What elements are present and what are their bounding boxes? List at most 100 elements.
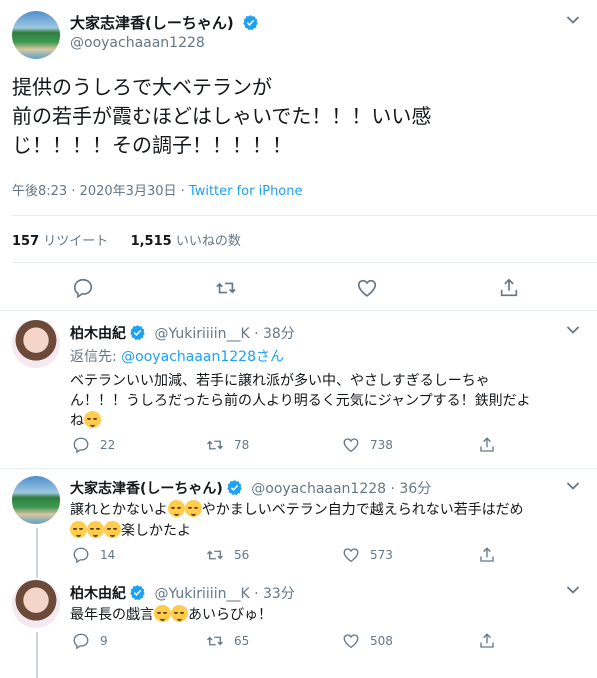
like-count: 508: [370, 634, 393, 648]
reply-text: 譲れとかないよ やかましいベテラン自力で越えられない若手はだめ 楽しかたよ: [70, 500, 523, 542]
relieved-face-emoji: [70, 521, 87, 538]
relieved-face-emoji: [84, 411, 101, 428]
retweet-icon: [206, 546, 224, 564]
reply-time[interactable]: · 33分: [254, 586, 295, 602]
reply-time[interactable]: · 38分: [254, 326, 295, 342]
reply-text-segment: 楽しかたよ: [121, 523, 191, 539]
like-button[interactable]: 508: [342, 632, 393, 650]
tweet-text-line: じ！！！！その調子！！！！！: [12, 133, 292, 157]
display-name[interactable]: 柏木由紀: [70, 586, 126, 602]
tweet-stats: 157 リツイート 1,515 いいねの数: [12, 230, 241, 249]
tweet-source-link[interactable]: Twitter for iPhone: [189, 184, 303, 199]
like-button[interactable]: 738: [342, 436, 393, 454]
divider: [0, 468, 597, 469]
divider: [0, 310, 597, 311]
author-handle[interactable]: @ooyachaaan1228: [70, 35, 205, 51]
thread-line: [36, 632, 38, 678]
like-icon: [342, 436, 360, 454]
reply-icon: [72, 277, 94, 299]
verified-icon: [129, 324, 146, 341]
reply-button[interactable]: [72, 277, 104, 299]
retweet-button[interactable]: 56: [206, 546, 249, 564]
retweet-icon: [206, 632, 224, 650]
replying-to-handle[interactable]: @ooyachaaan1228: [121, 349, 256, 365]
reply-header: 柏木由紀 @Yukiriiiin__K · 33分: [70, 583, 295, 603]
relieved-face-emoji: [154, 605, 171, 622]
chevron-down-icon[interactable]: [566, 325, 580, 335]
share-button[interactable]: [478, 436, 506, 454]
retweet-icon: [215, 277, 237, 299]
reply-button[interactable]: 14: [72, 546, 115, 564]
meta-separator: ·: [180, 184, 189, 199]
like-button[interactable]: 573: [342, 546, 393, 564]
thread-line: [36, 528, 38, 578]
display-name[interactable]: 大家志津香(しーちゃん): [70, 481, 223, 497]
chevron-down-icon[interactable]: [566, 585, 580, 595]
reply-text: ベテランいい加減、若手に譲れ派が多い中、やさしすぎるしーちゃ ん！！！うしろだっ…: [70, 371, 531, 431]
tweet-timestamp[interactable]: 午後8:23 · 2020年3月30日: [12, 184, 177, 199]
reply-text: 最年長の戯言 あいらびゅ！: [70, 605, 272, 626]
share-button[interactable]: [478, 546, 506, 564]
like-count: 738: [370, 438, 393, 452]
retweet-button[interactable]: 78: [206, 436, 249, 454]
reply-text-segment: あいらびゅ！: [188, 607, 272, 623]
author-handle[interactable]: @ooyachaaan1228: [251, 481, 386, 497]
relieved-face-emoji: [184, 500, 202, 517]
retweet-stat-label: リツイート: [43, 234, 109, 249]
retweet-button[interactable]: [215, 277, 247, 299]
display-name[interactable]: 大家志津香(しーちゃん): [70, 14, 234, 32]
reply-count: 14: [100, 548, 116, 562]
like-stat-label: いいねの数: [175, 234, 241, 249]
replying-to-label: 返信先:: [70, 349, 117, 365]
like-stat[interactable]: 1,515 いいねの数: [131, 234, 241, 249]
share-icon: [498, 277, 520, 299]
relieved-face-emoji: [104, 521, 121, 538]
like-icon: [342, 632, 360, 650]
chevron-down-icon[interactable]: [566, 481, 580, 491]
retweet-icon: [206, 436, 224, 454]
share-button[interactable]: [478, 632, 506, 650]
author-handle[interactable]: @Yukiriiiin__K: [154, 586, 249, 602]
avatar[interactable]: [12, 476, 60, 524]
reply-header: 大家志津香(しーちゃん) @ooyachaaan1228 · 36分: [70, 478, 431, 498]
chevron-down-icon[interactable]: [566, 15, 580, 25]
share-button[interactable]: [498, 277, 530, 299]
reply-text-segment: 最年長の戯言: [70, 607, 154, 623]
display-name[interactable]: 柏木由紀: [70, 326, 126, 342]
relieved-face-emoji: [87, 521, 104, 538]
reply-icon: [72, 632, 90, 650]
like-icon: [356, 277, 378, 299]
replying-to: 返信先: @ooyachaaan1228さん: [70, 346, 284, 366]
avatar[interactable]: [12, 320, 60, 368]
relieved-face-emoji: [171, 605, 188, 622]
reply-header: 柏木由紀 @Yukiriiiin__K · 38分: [70, 323, 295, 343]
avatar[interactable]: [12, 11, 60, 59]
author-name[interactable]: 大家志津香(しーちゃん): [70, 12, 259, 33]
retweet-count: 78: [234, 438, 250, 452]
like-count: 1,515: [130, 234, 172, 249]
like-icon: [342, 546, 360, 564]
reply-count: 22: [100, 438, 116, 452]
share-icon: [478, 546, 496, 564]
retweet-stat[interactable]: 157 リツイート: [12, 234, 108, 249]
verified-icon: [226, 479, 243, 496]
reply-button[interactable]: 9: [72, 632, 108, 650]
author-handle[interactable]: @Yukiriiiin__K: [154, 326, 249, 342]
retweet-count: 157: [12, 234, 40, 249]
reply-text-line: ん！！！うしろだったら前の人より明るく元気にジャンプする！鉄則だよ: [70, 393, 531, 409]
tweet-text-line: 提供のうしろで大ベテランが: [12, 75, 272, 99]
verified-icon: [129, 584, 146, 601]
retweet-button[interactable]: 65: [206, 632, 249, 650]
reply-icon: [72, 546, 90, 564]
reply-button[interactable]: 22: [72, 436, 115, 454]
divider: [12, 262, 597, 263]
tweet-text: 提供のうしろで大ベテランが 前の若手が霞むほどはしゃいでた！！！いい感 じ！！！…: [12, 73, 431, 160]
like-button[interactable]: [356, 277, 388, 299]
reply-time[interactable]: · 36分: [391, 481, 432, 497]
reply-text-segment: やかましいベテラン自力で越えられない若手はだめ: [201, 502, 524, 518]
avatar[interactable]: [12, 580, 60, 628]
reply-text-line: ベテランいい加減、若手に譲れ派が多い中、やさしすぎるしーちゃ: [70, 373, 490, 389]
divider: [12, 215, 597, 216]
tweet-meta: 午後8:23 · 2020年3月30日 · Twitter for iPhone: [12, 180, 303, 199]
like-count: 573: [370, 548, 393, 562]
